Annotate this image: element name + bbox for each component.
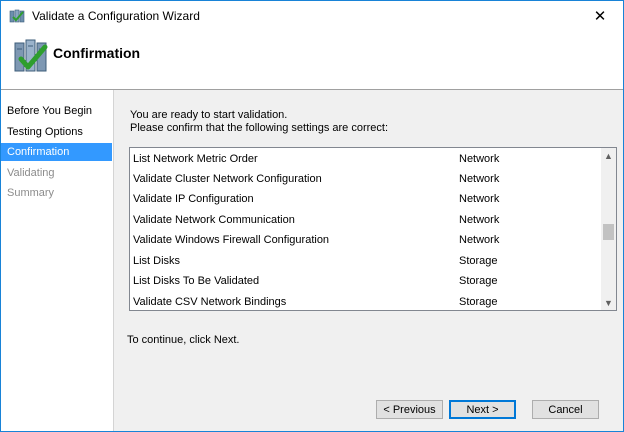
scroll-down-icon[interactable]: ▼ <box>601 295 616 310</box>
scroll-up-icon[interactable]: ▲ <box>601 148 616 163</box>
wizard-window: Validate a Configuration Wizard ✕ Confir… <box>0 0 624 432</box>
nav-item-summary: Summary <box>7 187 55 199</box>
continue-text: To continue, click Next. <box>127 334 240 346</box>
close-button[interactable]: ✕ <box>577 1 623 31</box>
next-button[interactable]: Next > <box>449 400 516 419</box>
settings-list-rows: List Network Metric Order Network Valida… <box>130 148 600 310</box>
list-item[interactable]: Validate IP Configuration Network <box>130 189 600 209</box>
wizard-body: Before You Begin Testing Options Confirm… <box>1 90 623 431</box>
test-category: Network <box>459 193 500 205</box>
intro-line-1: You are ready to start validation. <box>130 109 288 121</box>
intro-line-2: Please confirm that the following settin… <box>130 122 389 134</box>
test-category: Network <box>459 153 500 165</box>
list-item[interactable]: List Network Metric Order Network <box>130 149 600 169</box>
settings-list[interactable]: List Network Metric Order Network Valida… <box>129 147 617 311</box>
list-item[interactable]: Validate Network Communication Network <box>130 210 600 230</box>
cluster-validate-check-icon <box>14 39 48 72</box>
close-icon: ✕ <box>593 8 607 25</box>
nav-item-confirmation[interactable]: Confirmation <box>1 143 112 161</box>
test-name: Validate Network Communication <box>133 214 295 226</box>
test-category: Storage <box>459 255 498 267</box>
vertical-scrollbar[interactable]: ▲ ▼ <box>601 148 616 310</box>
nav-item-testing-options[interactable]: Testing Options <box>1 123 112 141</box>
main-content: You are ready to start validation. Pleas… <box>114 90 623 431</box>
page-header: Confirmation <box>1 31 623 90</box>
test-name: List Disks <box>133 255 181 267</box>
list-item[interactable]: Validate Windows Firewall Configuration … <box>130 230 600 250</box>
test-name: Validate Windows Firewall Configuration <box>133 234 330 246</box>
wizard-step-nav: Before You Begin Testing Options Confirm… <box>1 90 114 431</box>
test-name: Validate CSV Network Bindings <box>133 296 287 308</box>
test-category: Network <box>459 234 500 246</box>
list-item[interactable]: List Disks To Be Validated Storage <box>130 271 600 291</box>
test-category: Network <box>459 173 500 185</box>
test-category: Storage <box>459 275 498 287</box>
test-category: Network <box>459 214 500 226</box>
cluster-app-icon <box>9 9 25 23</box>
test-name: Validate Cluster Network Configuration <box>133 173 322 185</box>
nav-item-before-you-begin[interactable]: Before You Begin <box>1 102 112 120</box>
test-name: List Disks To Be Validated <box>133 275 260 287</box>
list-item[interactable]: List Disks Storage <box>130 251 600 271</box>
previous-button[interactable]: < Previous <box>376 400 443 419</box>
list-item[interactable]: Validate Cluster Network Configuration N… <box>130 169 600 189</box>
nav-item-validating: Validating <box>7 167 55 179</box>
title-bar[interactable]: Validate a Configuration Wizard ✕ <box>1 1 623 31</box>
intro-text: You are ready to start validation. Pleas… <box>130 109 388 135</box>
page-title: Confirmation <box>53 45 141 61</box>
test-category: Storage <box>459 296 498 308</box>
test-name: List Network Metric Order <box>133 153 258 165</box>
scrollbar-thumb[interactable] <box>603 224 614 240</box>
test-name: Validate IP Configuration <box>133 193 254 205</box>
list-item[interactable]: Validate CSV Network Bindings Storage <box>130 292 600 310</box>
window-title: Validate a Configuration Wizard <box>32 9 200 23</box>
cancel-button[interactable]: Cancel <box>532 400 599 419</box>
